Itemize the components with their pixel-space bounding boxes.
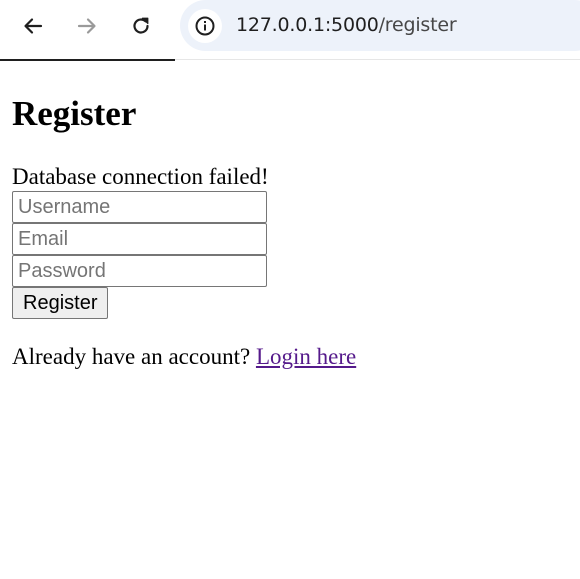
- browser-toolbar: 127.0.0.1:5000/register: [0, 0, 580, 61]
- url-text[interactable]: 127.0.0.1:5000/register: [236, 13, 457, 37]
- reload-icon[interactable]: [124, 9, 158, 43]
- login-prompt-text: Already have an account?: [12, 344, 256, 369]
- email-input[interactable]: [12, 223, 267, 255]
- login-link[interactable]: Login here: [256, 344, 356, 369]
- url-host: 127.0.0.1:5000: [236, 14, 379, 36]
- info-icon[interactable]: [188, 9, 222, 43]
- loading-progress-bar: [0, 59, 175, 61]
- back-arrow-icon[interactable]: [16, 9, 50, 43]
- page-title: Register: [12, 94, 137, 133]
- forward-arrow-icon[interactable]: [70, 9, 104, 43]
- login-prompt: Already have an account? Login here: [12, 344, 356, 370]
- url-path: /register: [378, 14, 457, 36]
- error-message: Database connection failed!: [12, 164, 269, 189]
- username-input[interactable]: [12, 191, 267, 223]
- register-button[interactable]: Register: [12, 287, 109, 319]
- password-input[interactable]: [12, 255, 267, 287]
